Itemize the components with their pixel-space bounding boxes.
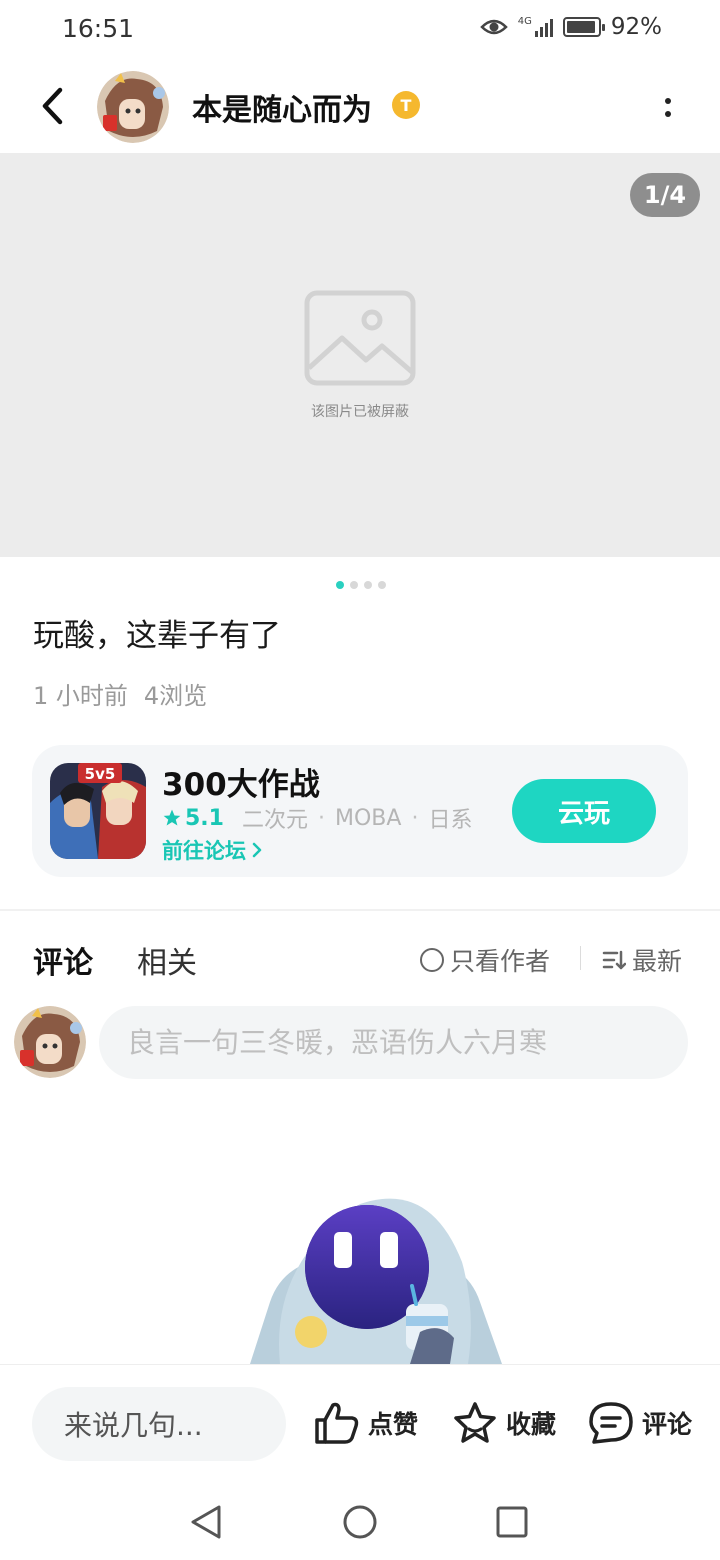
like-label: 点赞 — [368, 1410, 419, 1439]
chevron-right-icon — [252, 842, 262, 858]
forum-link-label: 前往论坛 — [162, 839, 246, 863]
section-divider — [0, 909, 720, 911]
nav-recents-button[interactable] — [492, 1502, 532, 1542]
star-icon — [163, 809, 181, 826]
status-bar: 16:51 4G 92% — [0, 0, 720, 60]
network-signal-icon: 4G — [518, 17, 553, 37]
eye-icon — [479, 19, 508, 35]
go-to-forum-link[interactable]: 前往论坛 — [162, 835, 262, 865]
star-outline-icon — [454, 1402, 496, 1443]
network-type-label: 4G — [517, 16, 532, 27]
pagination-dot[interactable] — [364, 581, 372, 589]
quick-comment-input[interactable]: 来说几句... — [32, 1387, 286, 1461]
comment-button[interactable]: 评论 — [588, 1401, 692, 1445]
pagination-dot[interactable] — [350, 581, 358, 589]
like-button[interactable]: 点赞 — [314, 1401, 418, 1445]
game-tag: 二次元 — [241, 808, 308, 833]
comment-input[interactable] — [99, 1006, 688, 1079]
circle-home-icon — [343, 1505, 377, 1539]
tag-separator: · — [411, 805, 419, 831]
game-tag: MOBA — [335, 805, 402, 831]
radio-circle-icon — [420, 948, 444, 972]
favorite-button[interactable]: 收藏 — [452, 1401, 556, 1445]
post-meta: 1 小时前 4浏览 — [33, 676, 207, 711]
battery-icon — [562, 17, 605, 37]
tag-separator: · — [318, 805, 325, 831]
author-only-toggle[interactable]: 只看作者 — [420, 942, 550, 978]
status-time: 16:51 — [62, 14, 135, 43]
tab-comments[interactable]: 评论 — [33, 938, 93, 982]
nav-home-button[interactable] — [340, 1502, 380, 1542]
blocked-image-text: 该图片已被屏蔽 — [311, 404, 409, 420]
empty-state-mascot-illustration — [250, 1198, 502, 1364]
triangle-back-icon — [191, 1505, 221, 1539]
game-icon[interactable]: 5v5 — [50, 763, 146, 859]
image-counter: 1/4 — [630, 173, 700, 217]
post-header: 本是随心而为 T — [0, 60, 720, 152]
filter-separator — [580, 946, 581, 970]
game-rating-value: 5.1 — [185, 805, 224, 831]
battery-percent: 92% — [610, 14, 662, 40]
gallery-pagination-dots — [0, 581, 720, 589]
chat-bubble-icon — [589, 1402, 633, 1444]
game-card[interactable]: 5v5 300大作战 5.1 二次元 · MOBA · 日系 前往论坛 云玩 — [32, 745, 688, 877]
image-gallery[interactable]: 1/4 该图片已被屏蔽 — [0, 153, 720, 557]
system-navigation-bar — [0, 1482, 720, 1560]
bottom-action-bar: 来说几句... 点赞 收藏 评论 — [0, 1364, 720, 1482]
nav-back-button[interactable] — [186, 1502, 226, 1542]
post-time: 1 小时前 — [33, 682, 128, 710]
comment-label: 评论 — [642, 1410, 693, 1439]
author-only-label: 只看作者 — [450, 947, 551, 976]
badge-icon: T — [392, 91, 420, 119]
chevron-left-icon — [42, 87, 63, 125]
game-rating: 5.1 — [162, 806, 224, 831]
game-info-row: 5.1 二次元 · MOBA · 日系 — [162, 802, 472, 834]
post-views: 4浏览 — [143, 682, 208, 710]
game-tag: 日系 — [428, 808, 473, 833]
cloud-play-button[interactable]: 云玩 — [512, 779, 656, 843]
sort-newest-button[interactable]: 最新 — [602, 942, 682, 978]
thumbs-up-icon — [315, 1402, 359, 1444]
more-options-button[interactable] — [656, 90, 680, 124]
user-avatar[interactable] — [14, 1006, 86, 1078]
status-icons: 4G 92% — [479, 14, 662, 40]
favorite-label: 收藏 — [506, 1410, 557, 1439]
post-title: 玩酸，这辈子有了 — [33, 618, 281, 654]
pagination-dot[interactable] — [378, 581, 386, 589]
comment-tabs: 评论 相关 只看作者 最新 — [0, 932, 720, 988]
sort-label: 最新 — [632, 947, 683, 976]
author-avatar[interactable] — [97, 71, 169, 143]
square-recents-icon — [496, 1506, 528, 1538]
sort-icon — [602, 950, 626, 970]
author-name[interactable]: 本是随心而为 — [192, 85, 372, 129]
back-button[interactable] — [30, 82, 74, 130]
pagination-dot[interactable] — [336, 581, 344, 589]
game-name[interactable]: 300大作战 — [162, 759, 320, 804]
game-icon-logo-text: 5v5 — [85, 765, 116, 783]
blocked-image-icon — [304, 290, 416, 386]
tab-related[interactable]: 相关 — [137, 938, 197, 982]
